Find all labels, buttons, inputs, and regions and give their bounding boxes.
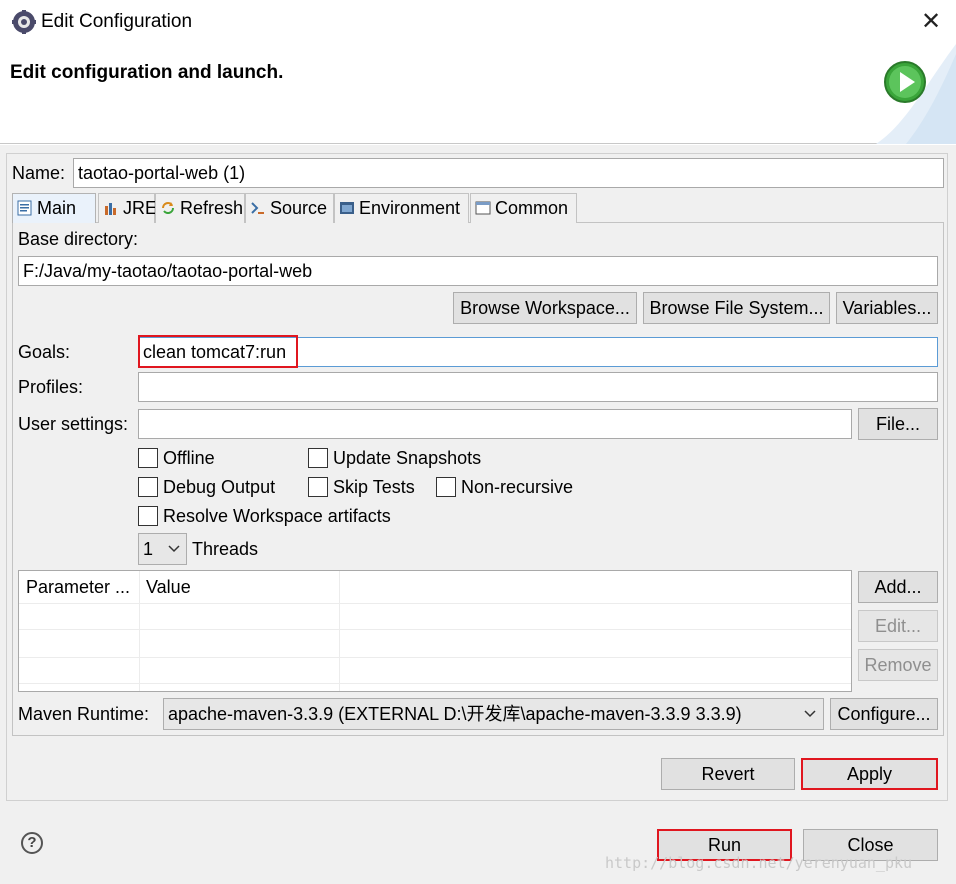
window-title: Edit Configuration [41, 11, 193, 32]
add-parameter-button[interactable]: Add... [858, 571, 938, 603]
threads-label: Threads [192, 539, 259, 559]
tab-common-label: Common [495, 198, 569, 218]
profiles-label: Profiles: [18, 377, 84, 397]
name-label: Name: [12, 163, 66, 183]
goals-highlight-box [138, 335, 298, 368]
source-icon [250, 196, 266, 214]
help-icon[interactable]: ? [21, 832, 43, 854]
main-tab-icon [17, 196, 33, 216]
resolve-workspace-label: Resolve Workspace artifacts [163, 506, 391, 526]
tab-environment[interactable]: Environment [334, 193, 469, 223]
threads-value: 1 [143, 539, 154, 559]
offline-label: Offline [163, 448, 215, 468]
tab-main[interactable]: Main [12, 193, 96, 223]
browse-file-system-button[interactable]: Browse File System... [643, 292, 830, 324]
chevron-down-icon [167, 534, 181, 564]
tab-bar: Main JRE Refresh Source Environment Comm… [12, 193, 944, 223]
update-snapshots-checkbox[interactable] [308, 448, 328, 468]
tab-refresh[interactable]: Refresh [155, 193, 245, 223]
environment-icon [339, 196, 355, 214]
parameter-table[interactable]: Parameter ... Value [18, 570, 852, 692]
tab-environment-label: Environment [359, 198, 461, 218]
run-launch-icon [883, 60, 927, 104]
edit-parameter-button[interactable]: Edit... [858, 610, 938, 642]
skip-tests-label: Skip Tests [333, 477, 415, 497]
name-input[interactable]: taotao-portal-web (1) [73, 158, 944, 188]
threads-select[interactable]: 1 [138, 533, 187, 565]
user-settings-label: User settings: [18, 414, 129, 434]
goals-label: Goals: [18, 342, 71, 362]
tab-common[interactable]: Common [470, 193, 577, 223]
offline-checkbox[interactable] [138, 448, 158, 468]
common-icon [475, 196, 491, 215]
watermark-text: http://blog.csdn.net/yerenyuan_pku [605, 854, 913, 872]
maven-runtime-select[interactable]: apache-maven-3.3.9 (EXTERNAL D:\开发库\apac… [163, 698, 824, 730]
close-window-icon[interactable]: ✕ [918, 8, 944, 36]
table-header-value[interactable]: Value [146, 577, 191, 598]
update-snapshots-label: Update Snapshots [333, 448, 482, 468]
skip-tests-checkbox[interactable] [308, 477, 328, 497]
tab-jre-label: JRE [123, 198, 158, 218]
configure-button[interactable]: Configure... [830, 698, 938, 730]
header-title: Edit configuration and launch. [10, 62, 284, 83]
maven-runtime-value: apache-maven-3.3.9 (EXTERNAL D:\开发库\apac… [168, 704, 742, 724]
base-directory-input[interactable]: F:/Java/my-taotao/taotao-portal-web [18, 256, 938, 286]
refresh-icon [160, 196, 176, 214]
tab-source[interactable]: Source [245, 193, 334, 223]
dialog-header [0, 44, 956, 144]
profiles-input[interactable] [138, 372, 938, 402]
revert-button[interactable]: Revert [661, 758, 795, 790]
tab-source-label: Source [270, 198, 328, 218]
eclipse-app-icon [12, 10, 36, 34]
maven-runtime-label: Maven Runtime: [18, 704, 150, 724]
remove-parameter-button[interactable]: Remove [858, 649, 938, 681]
non-recursive-label: Non-recursive [461, 477, 574, 497]
non-recursive-checkbox[interactable] [436, 477, 456, 497]
base-directory-label: Base directory: [18, 229, 139, 249]
tab-refresh-label: Refresh [180, 198, 244, 218]
apply-button[interactable]: Apply [801, 758, 938, 790]
tab-main-label: Main [37, 198, 77, 218]
variables-button[interactable]: Variables... [836, 292, 938, 324]
tab-jre[interactable]: JRE [98, 193, 158, 223]
debug-output-label: Debug Output [163, 477, 276, 497]
browse-workspace-button[interactable]: Browse Workspace... [453, 292, 637, 324]
debug-output-checkbox[interactable] [138, 477, 158, 497]
jre-icon [103, 196, 119, 215]
table-header-parameter[interactable]: Parameter ... [26, 577, 130, 598]
maven-runtime-chevron-icon [802, 699, 818, 734]
file-button[interactable]: File... [858, 408, 938, 440]
resolve-workspace-checkbox[interactable] [138, 506, 158, 526]
user-settings-input[interactable] [138, 409, 852, 439]
